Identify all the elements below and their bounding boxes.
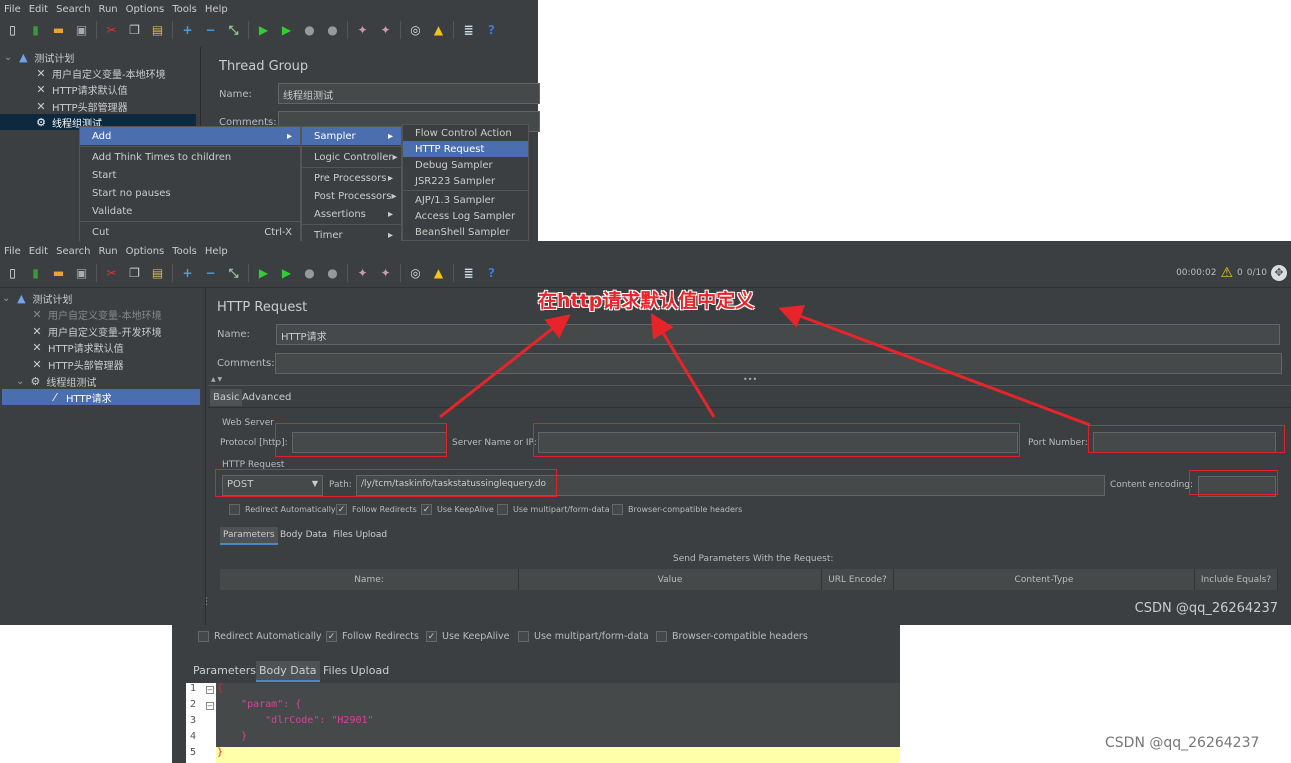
watermark: CSDN @qq_26264237: [1105, 735, 1260, 751]
code-line: }: [217, 731, 248, 742]
menu-label: Flow Control Action: [415, 127, 512, 139]
menu-label: Access Log Sampler: [415, 210, 516, 222]
arrow-server: [650, 312, 716, 418]
code-line: {: [217, 683, 224, 694]
current-line-highlight: [216, 747, 900, 763]
code-line: }: [217, 747, 224, 758]
checkbox-label: Browser-compatible headers: [672, 631, 808, 642]
checkbox-follow-redirects[interactable]: ✓ Follow Redirects: [326, 631, 419, 642]
menu-label: JSR223 Sampler: [415, 175, 496, 187]
menu-label: AJP/1.3 Sampler: [415, 194, 495, 206]
checkbox-label: Use KeepAlive: [442, 631, 510, 642]
menu-label: Debug Sampler: [415, 159, 493, 171]
body-data-window: Redirect Automatically ✓ Follow Redirects ✓…: [172, 625, 900, 763]
menu-label: HTTP Request: [415, 143, 485, 155]
checkbox-label: Redirect Automatically: [214, 631, 322, 642]
code-editor[interactable]: 1−{2− "param": {3 "dlrCode": "H2901" 4 } 5…: [186, 683, 900, 763]
menu-item-debug-sampler[interactable]: Debug Sampler: [403, 157, 528, 173]
menu-item-access-log-sampler[interactable]: Access Log Sampler: [403, 208, 528, 224]
menu-label: BeanShell Sampler: [415, 226, 510, 238]
line-number: 5: [190, 747, 197, 758]
menu-item-http-request[interactable]: HTTP Request: [403, 141, 528, 157]
subtab-files-upload[interactable]: Files Upload: [320, 661, 392, 680]
code-line: "param": {: [217, 699, 302, 710]
checkbox-use-multipart-form-data[interactable]: Use multipart/form-data: [518, 631, 649, 642]
checkbox-label: Use multipart/form-data: [534, 631, 649, 642]
menu-item-beanshell-sampler[interactable]: BeanShell Sampler: [403, 224, 528, 240]
checkbox-unchecked-icon[interactable]: [518, 631, 529, 642]
arrow-port: [778, 305, 1091, 427]
line-number: 3: [190, 715, 197, 726]
fold-icon[interactable]: −: [206, 702, 214, 710]
checkbox-checked-icon[interactable]: ✓: [426, 631, 437, 642]
sampler-submenu: Flow Control Action HTTP Request Debug S…: [402, 124, 529, 241]
fold-icon[interactable]: −: [206, 686, 214, 694]
line-number: 4: [190, 731, 197, 742]
subtab-body-data[interactable]: Body Data: [256, 661, 320, 682]
subtab-parameters[interactable]: Parameters: [190, 661, 259, 680]
checkbox-use-keepalive[interactable]: ✓ Use KeepAlive: [426, 631, 510, 642]
checkbox-redirect-automatically[interactable]: Redirect Automatically: [198, 631, 322, 642]
checkbox-checked-icon[interactable]: ✓: [326, 631, 337, 642]
checkbox-label: Follow Redirects: [342, 631, 419, 642]
menu-item-ajp-sampler[interactable]: AJP/1.3 Sampler: [403, 192, 528, 208]
checkbox-unchecked-icon[interactable]: [198, 631, 209, 642]
code-line: "dlrCode": "H2901": [217, 715, 374, 726]
checkbox-browser-compatible-headers[interactable]: Browser-compatible headers: [656, 631, 808, 642]
checkbox-unchecked-icon[interactable]: [656, 631, 667, 642]
menu-item-jsr223-sampler[interactable]: JSR223 Sampler: [403, 173, 528, 189]
menu-item-flow-control-action[interactable]: Flow Control Action: [403, 125, 528, 141]
arrow-protocol: [439, 314, 571, 419]
